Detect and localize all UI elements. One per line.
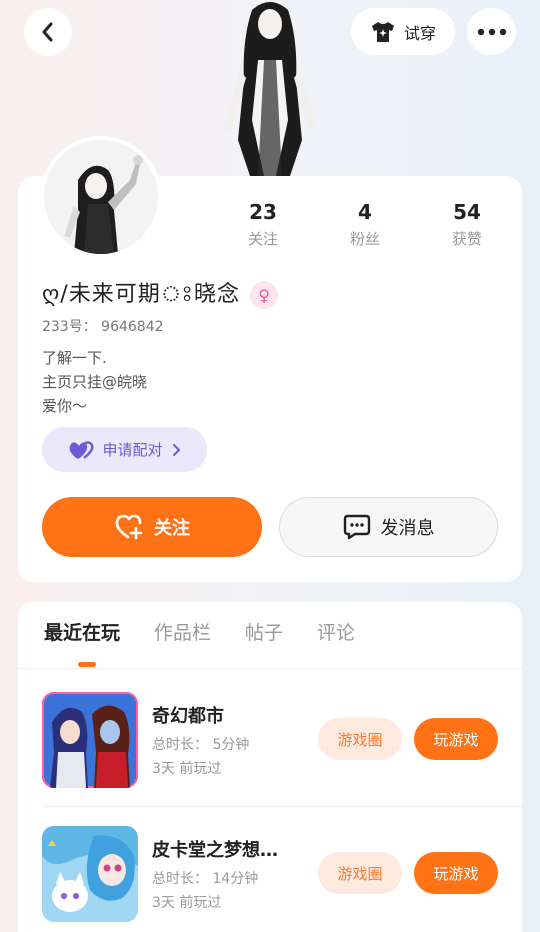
female-gender-icon: ♀	[250, 281, 279, 309]
follow-button[interactable]: 关注	[42, 497, 262, 557]
stat-value: 4	[358, 200, 372, 224]
stat-value: 54	[453, 200, 481, 224]
apply-pair-button[interactable]: 申请配对	[42, 427, 207, 472]
more-dots-icon	[477, 28, 506, 35]
stat-label: 粉丝	[349, 230, 380, 248]
tab-comments[interactable]: 评论	[317, 618, 355, 645]
try-on-button[interactable]: 试穿	[351, 8, 455, 55]
send-message-label: 发消息	[380, 518, 435, 539]
tabs-divider	[18, 668, 522, 669]
game-name: 奇幻都市	[152, 706, 224, 727]
nickname-row: ღ/未来可期ঃ晓念 ♀	[42, 276, 279, 314]
game-thumbnail	[42, 692, 138, 788]
character-figure	[224, 2, 316, 176]
game-list-item[interactable]: 皮卡堂之梦想… 总时长： 14分钟 3天 前玩过 游戏圈 玩游戏	[42, 826, 522, 922]
row-divider	[42, 806, 522, 807]
stat-label: 关注	[247, 230, 278, 248]
game-duration: 总时长： 5分钟	[152, 737, 250, 753]
game-circle-button[interactable]: 游戏圈	[318, 852, 402, 894]
back-button[interactable]	[24, 8, 72, 56]
game-last-played: 3天 前玩过	[152, 761, 222, 777]
game-last-played: 3天 前玩过	[152, 895, 222, 911]
game-circle-button[interactable]: 游戏圈	[318, 718, 402, 760]
tab-works[interactable]: 作品栏	[154, 618, 211, 645]
tab-posts[interactable]: 帖子	[245, 618, 283, 645]
heart-plus-icon	[115, 514, 143, 540]
more-button[interactable]	[467, 8, 516, 55]
game-thumbnail	[42, 826, 138, 922]
play-game-button[interactable]: 玩游戏	[414, 852, 498, 894]
avatar-image	[44, 140, 158, 254]
play-game-button[interactable]: 玩游戏	[414, 718, 498, 760]
bio-text: 了解一下. 主页只挂@皖晓 爱你～	[42, 349, 148, 415]
follow-label: 关注	[154, 518, 190, 539]
send-message-button[interactable]: 发消息	[279, 497, 498, 557]
tab-bar: 最近在玩 作品栏 帖子 评论	[44, 618, 355, 645]
nickname: ღ/未来可期ঃ晓念	[42, 282, 241, 307]
chevron-left-icon	[42, 22, 53, 42]
stat-label: 获赞	[451, 230, 482, 248]
double-heart-icon	[70, 440, 94, 459]
game-list-item[interactable]: 奇幻都市 总时长： 5分钟 3天 前玩过 游戏圈 玩游戏	[42, 692, 522, 788]
stat-value: 23	[249, 200, 277, 224]
try-on-label: 试穿	[403, 23, 436, 43]
tshirt-icon	[371, 21, 394, 42]
stat-following[interactable]: 23 关注	[212, 200, 314, 249]
stats-row: 23 关注 4 粉丝 54 获赞	[212, 200, 518, 249]
game-duration: 总时长： 14分钟	[152, 871, 259, 887]
apply-pair-label: 申请配对	[102, 441, 163, 459]
avatar[interactable]	[40, 136, 162, 258]
active-tab-indicator	[78, 662, 96, 667]
stat-fans[interactable]: 4 粉丝	[314, 200, 416, 249]
game-name: 皮卡堂之梦想…	[152, 840, 278, 861]
stat-likes[interactable]: 54 获赞	[416, 200, 518, 249]
user-id: 233号： 9646842	[42, 319, 164, 335]
chat-bubble-icon	[343, 514, 370, 540]
tab-recently-played[interactable]: 最近在玩	[44, 618, 120, 645]
chevron-right-icon	[172, 443, 180, 456]
